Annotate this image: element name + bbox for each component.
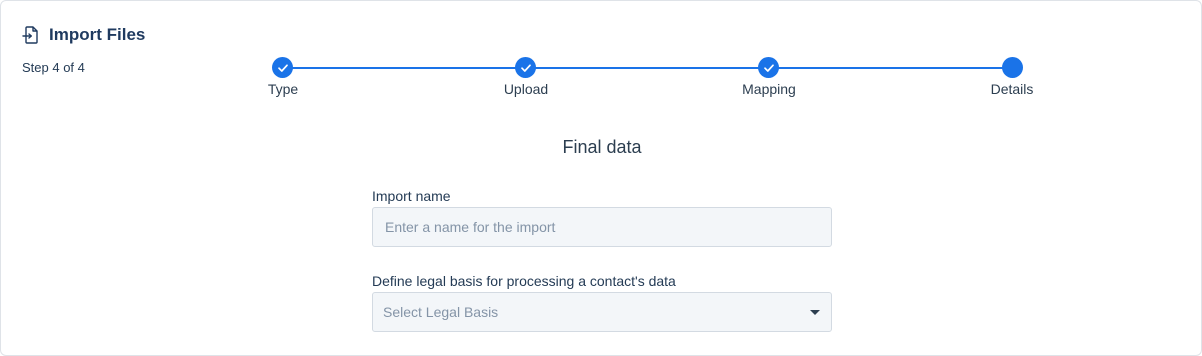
step-mapping-indicator[interactable] — [758, 57, 779, 78]
section-title: Final data — [562, 137, 642, 157]
import-name-input[interactable] — [372, 207, 832, 247]
step-label-mapping: Mapping — [742, 81, 796, 97]
stepper-connector — [769, 67, 1012, 69]
step-details-indicator — [1002, 57, 1023, 78]
check-icon — [763, 63, 774, 72]
import-stepper: Type Upload Mapping Details — [1, 1, 1202, 101]
legal-basis-label: Define legal basis for processing a cont… — [372, 273, 676, 289]
stepper-connector — [526, 67, 769, 69]
check-icon — [520, 63, 531, 72]
legal-basis-selected-value: Select Legal Basis — [383, 304, 499, 320]
caret-down-icon — [810, 309, 820, 315]
check-icon — [277, 63, 288, 72]
step-upload-indicator[interactable] — [515, 57, 536, 78]
legal-basis-select[interactable]: Select Legal Basis — [372, 292, 832, 332]
import-name-label: Import name — [372, 188, 451, 204]
step-type-indicator[interactable] — [272, 57, 293, 78]
import-files-card: Import Files Step 4 of 4 Type Upload Map… — [0, 0, 1202, 356]
stepper-connector — [283, 67, 526, 69]
step-label-upload: Upload — [503, 81, 549, 97]
step-label-type: Type — [267, 81, 299, 97]
step-label-details: Details — [990, 81, 1034, 97]
